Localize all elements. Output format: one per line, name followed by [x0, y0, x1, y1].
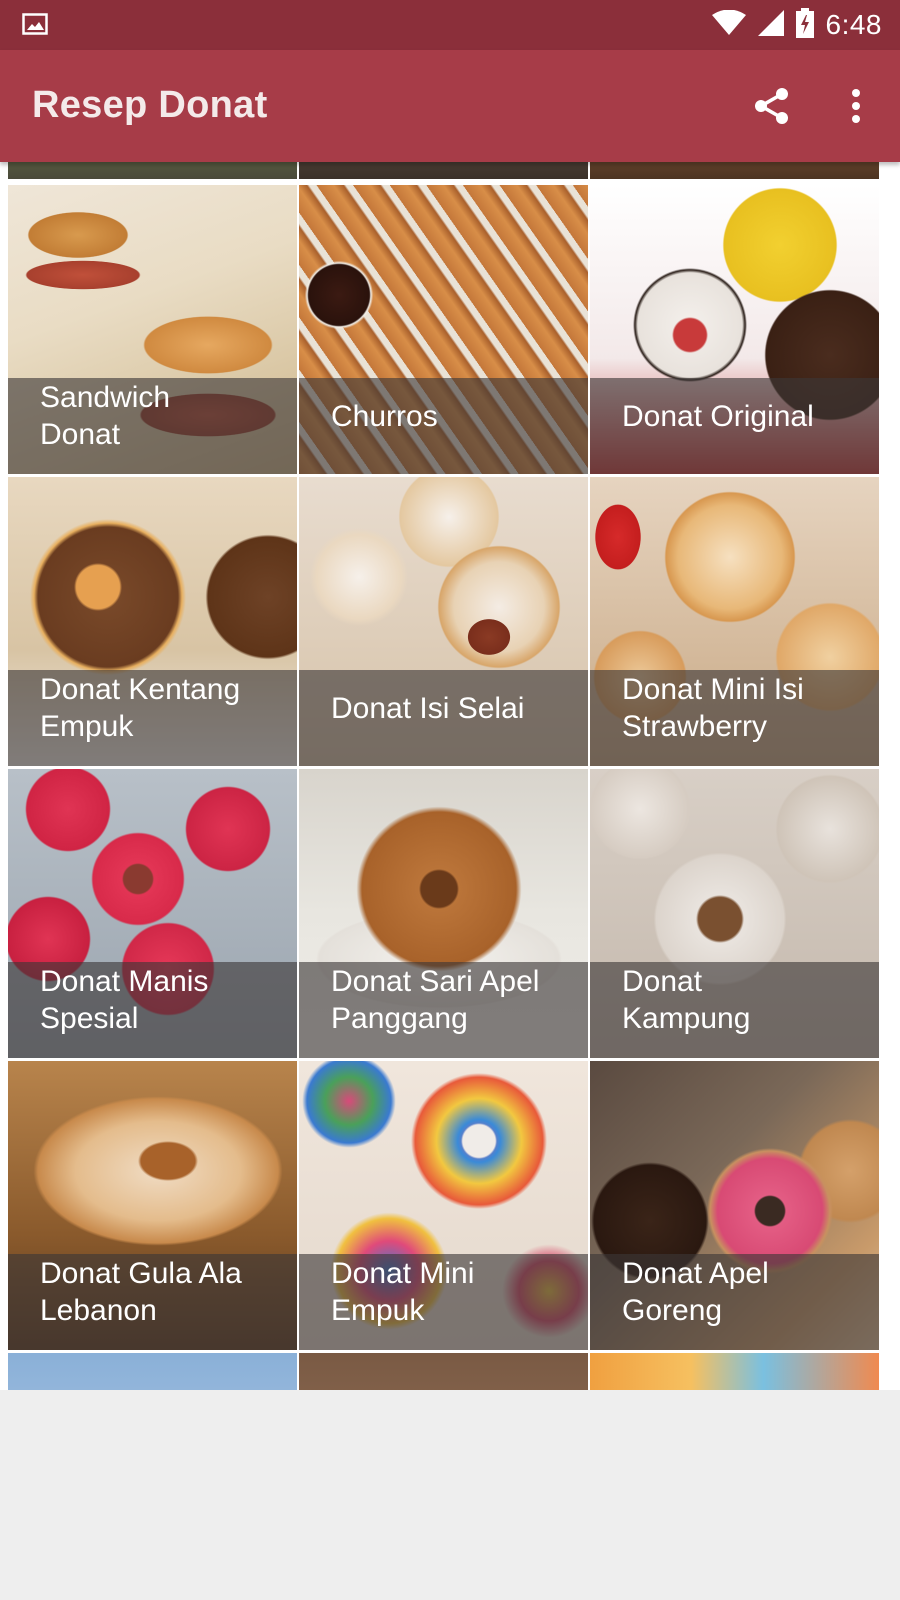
recipe-title: Donat Manis Spesial: [40, 965, 209, 1035]
partial-tile[interactable]: [8, 162, 297, 179]
signal-icon: [757, 9, 784, 41]
recipe-title: Donat Kentang Empuk: [40, 673, 241, 743]
recipe-tile[interactable]: Donat Original: [590, 185, 879, 474]
recipe-title: Donat Apel Goreng: [622, 1257, 769, 1327]
partial-tile[interactable]: [590, 162, 879, 179]
share-button[interactable]: [744, 80, 800, 136]
recipe-tile[interactable]: Donat Sari Apel Panggang: [299, 769, 588, 1058]
recipe-title: Donat Mini Empuk: [331, 1257, 475, 1327]
recipe-tile[interactable]: Donat Manis Spesial: [8, 769, 297, 1058]
image-icon: [22, 13, 48, 35]
recipe-title: Churros: [331, 399, 438, 433]
recipe-photo: [590, 162, 879, 179]
recipe-tile[interactable]: Sandwich Donat: [8, 185, 297, 474]
partial-tile[interactable]: [590, 1353, 879, 1390]
recipe-title: Donat Kampung: [622, 965, 751, 1035]
recipe-photo: [299, 162, 588, 179]
more-vert-icon: [850, 88, 862, 129]
recipe-tile[interactable]: Donat Mini Isi Strawberry: [590, 477, 879, 766]
wifi-icon: [711, 9, 746, 41]
recipe-title: Sandwich Donat: [40, 381, 171, 451]
recipe-photo: [8, 1353, 297, 1390]
partial-tile[interactable]: [299, 162, 588, 179]
recipe-tile[interactable]: Churros: [299, 185, 588, 474]
overflow-menu-button[interactable]: [828, 80, 884, 136]
recipe-tile[interactable]: Donat Mini Empuk: [299, 1061, 588, 1350]
recipe-tile[interactable]: Donat Kentang Empuk: [8, 477, 297, 766]
recipe-grid[interactable]: Sandwich Donat Churros Donat Original Don…: [0, 162, 900, 1390]
app-title: Resep Donat: [32, 84, 268, 126]
recipe-title: Donat Isi Selai: [331, 691, 525, 725]
recipe-tile[interactable]: Donat Gula Ala Lebanon: [8, 1061, 297, 1350]
recipe-title: Donat Mini Isi Strawberry: [622, 673, 804, 743]
recipe-title: Donat Gula Ala Lebanon: [40, 1257, 242, 1327]
empty-area: [0, 1390, 900, 1600]
partial-tile[interactable]: [299, 1353, 588, 1390]
battery-charging-icon: [795, 7, 814, 43]
recipe-photo: [590, 1353, 879, 1390]
recipe-tile[interactable]: Donat Apel Goreng: [590, 1061, 879, 1350]
recipe-photo: [299, 1353, 588, 1390]
recipe-photo: [8, 162, 297, 179]
recipe-title: Donat Sari Apel Panggang: [331, 965, 540, 1035]
partial-tile[interactable]: [8, 1353, 297, 1390]
share-icon: [752, 86, 792, 131]
status-bar: 6:48: [0, 0, 900, 50]
clock: 6:48: [825, 9, 882, 40]
app-bar: Resep Donat: [0, 50, 900, 162]
recipe-tile[interactable]: Donat Isi Selai: [299, 477, 588, 766]
recipe-tile[interactable]: Donat Kampung: [590, 769, 879, 1058]
recipe-title: Donat Original: [622, 399, 814, 433]
